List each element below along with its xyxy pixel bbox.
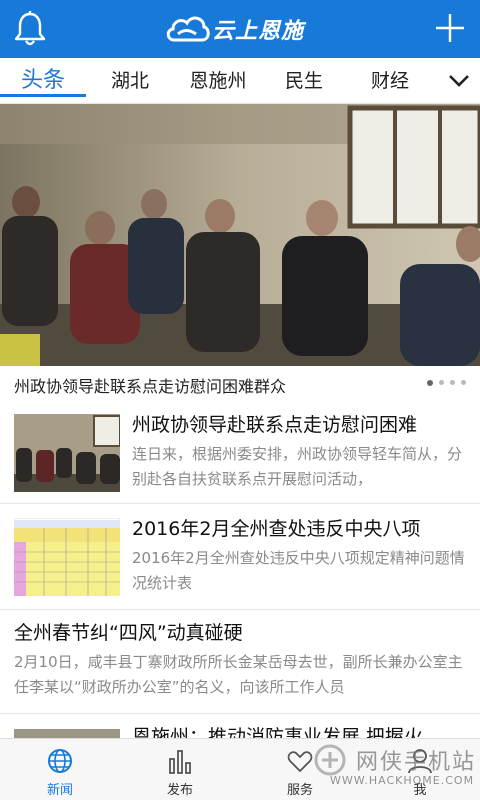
tab-livelihood[interactable]: 民生 bbox=[262, 58, 346, 104]
news-thumbnail bbox=[14, 414, 120, 492]
bell-icon[interactable] bbox=[12, 10, 48, 48]
news-item[interactable]: 恩施州：推动消防事业发展 把握火 bbox=[0, 714, 480, 738]
nav-publish[interactable]: 发布 bbox=[130, 739, 230, 800]
news-title: 2016年2月全州查处违反中央八项 bbox=[132, 518, 421, 540]
watermark-text: 网侠手机站 bbox=[356, 750, 477, 775]
banner-image[interactable] bbox=[0, 104, 480, 366]
news-thumbnail bbox=[14, 726, 120, 738]
news-title: 恩施州：推动消防事业发展 把握火 bbox=[132, 726, 424, 738]
tab-enshi[interactable]: 恩施州 bbox=[174, 58, 262, 104]
tab-finance[interactable]: 财经 bbox=[346, 58, 434, 104]
news-title: 全州春节纠“四风”动真碰硬 bbox=[14, 622, 243, 644]
nav-label: 发布 bbox=[166, 783, 193, 798]
watermark-url: WWW.HACKHOME.COM bbox=[330, 774, 475, 787]
news-description: 2月10日，咸丰县丁寨财政所所长金某岳母去世，副所长兼办公室主任李某以“财政所办… bbox=[14, 653, 463, 696]
news-thumbnail bbox=[14, 518, 120, 596]
nav-label: 新闻 bbox=[46, 783, 73, 798]
news-title: 州政协领导赴联系点走访慰问困难 bbox=[132, 414, 418, 436]
channel-tabs: 头条 湖北 恩施州 民生 财经 bbox=[0, 58, 480, 104]
carousel-dot[interactable] bbox=[427, 379, 433, 386]
globe-icon bbox=[48, 749, 72, 773]
news-item[interactable]: 全州春节纠“四风”动真碰硬 2月10日，咸丰县丁寨财政所所长金某岳母去世，副所长… bbox=[0, 610, 480, 714]
app-logo: 云上恩施 bbox=[164, 12, 304, 46]
tab-hubei[interactable]: 湖北 bbox=[86, 58, 174, 104]
cloud-logo-icon bbox=[166, 16, 210, 42]
news-description: 连日来，根据州委安排，州政协领导轻车简从，分别赴各自扶贫联系点开展慰问活动， bbox=[132, 445, 463, 488]
nav-news[interactable]: 新闻 bbox=[10, 739, 110, 800]
bar-chart-icon bbox=[169, 750, 191, 774]
plus-icon[interactable] bbox=[434, 12, 466, 44]
carousel-dot[interactable] bbox=[439, 380, 444, 385]
news-description: 2016年2月全州查处违反中央八项规定精神问题情况统计表 bbox=[132, 549, 465, 592]
active-tab-indicator bbox=[0, 94, 86, 97]
news-item[interactable]: 2016年2月全州查处违反中央八项 2016年2月全州查处违反中央八项规定精神问… bbox=[0, 504, 480, 610]
carousel-dot[interactable] bbox=[461, 380, 466, 385]
carousel-dot[interactable] bbox=[450, 380, 455, 385]
carousel-dots bbox=[427, 379, 466, 386]
banner-photo bbox=[0, 104, 480, 366]
banner-caption[interactable]: 州政协领导赴联系点走访慰问困难群众 bbox=[14, 373, 286, 397]
news-item[interactable]: 州政协领导赴联系点走访慰问困难 连日来，根据州委安排，州政协领导轻车简从，分别赴… bbox=[0, 402, 480, 504]
chevron-down-icon[interactable] bbox=[446, 64, 472, 96]
app-header: 云上恩施 bbox=[0, 0, 480, 58]
tab-headlines[interactable]: 头条 bbox=[0, 58, 86, 104]
logo-text: 云上恩施 bbox=[212, 19, 305, 44]
